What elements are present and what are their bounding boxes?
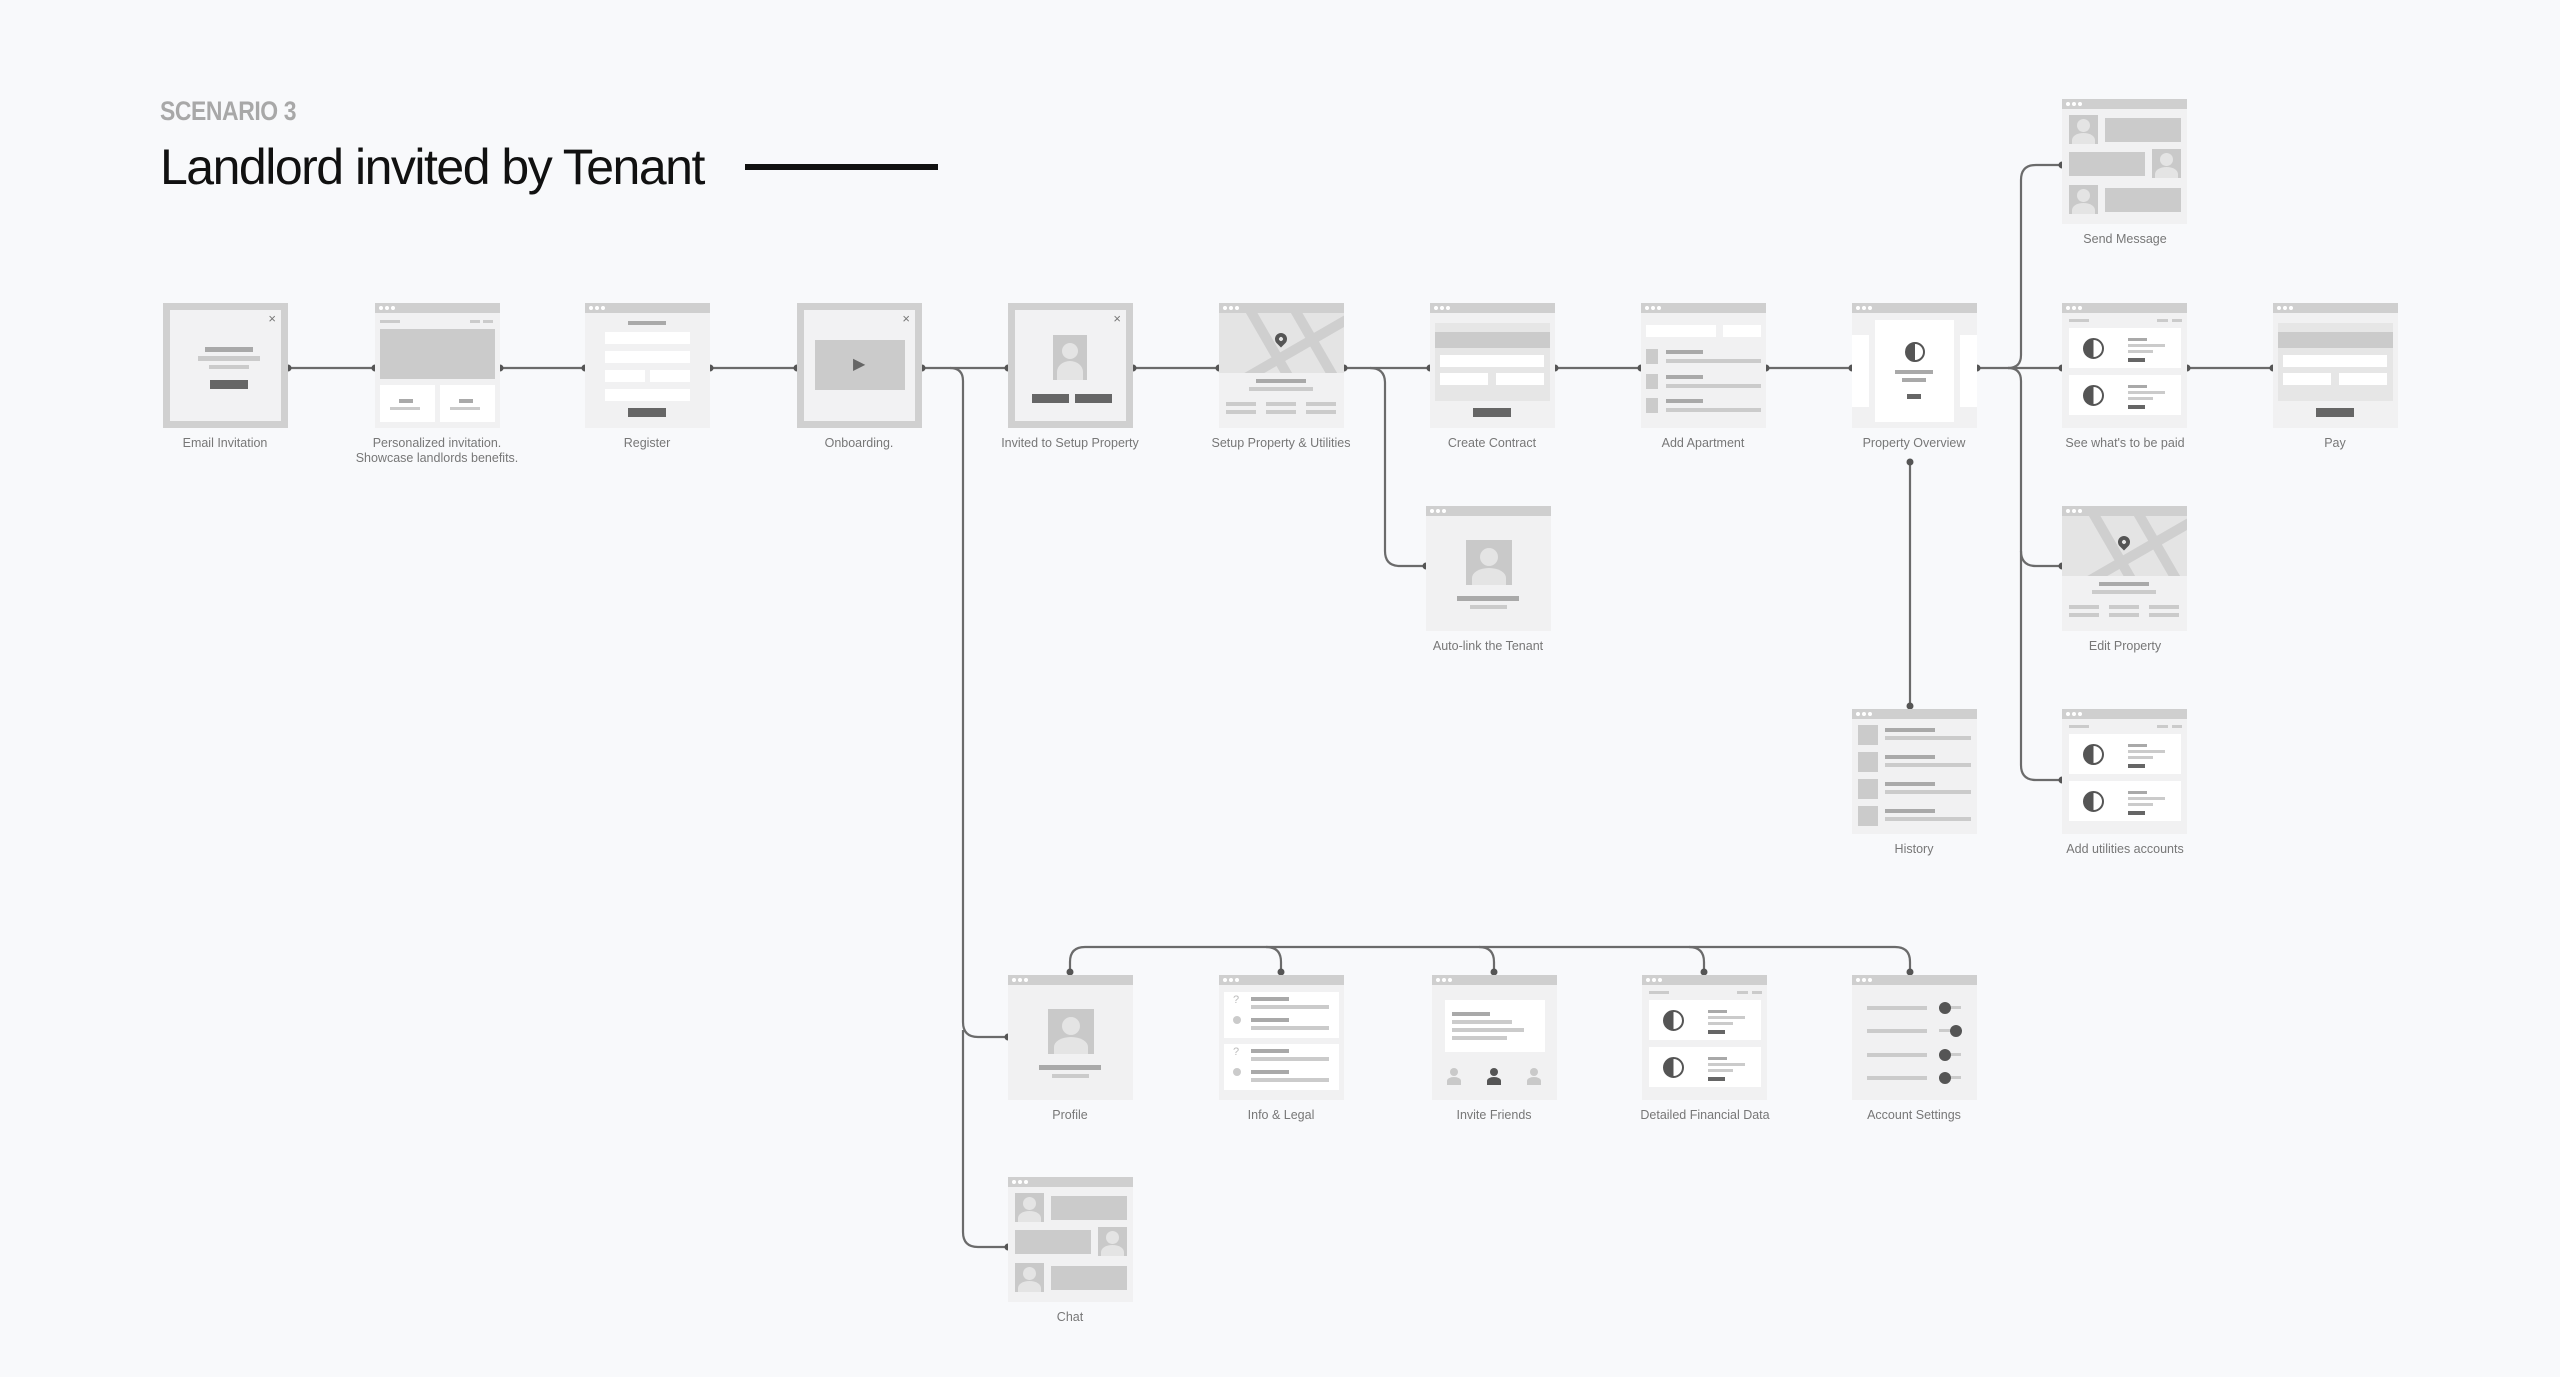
screen-label: Edit Property	[2088, 639, 2162, 653]
avatar-icon	[1053, 335, 1087, 380]
screen-label: Register	[623, 436, 671, 450]
screen-setup-property[interactable]	[1219, 303, 1344, 428]
half-circle-icon	[1905, 342, 1925, 362]
screen-label: Info & Legal	[1247, 1108, 1315, 1122]
screen-label: Invited to Setup Property	[1001, 436, 1139, 450]
screen-label: Personalized invitation. Showcase landlo…	[355, 436, 519, 465]
screen-history[interactable]	[1852, 709, 1977, 834]
half-circle-icon	[2083, 744, 2104, 765]
connector-onboarding-down	[949, 366, 1008, 1039]
avatar-icon	[2069, 185, 2098, 214]
half-circle-icon	[1663, 1010, 1684, 1031]
screen-chat[interactable]	[1008, 1177, 1133, 1302]
screen-label: Send Message	[2083, 232, 2167, 246]
close-icon: ×	[902, 311, 910, 326]
half-circle-icon	[2083, 338, 2104, 359]
avatar-icon	[1048, 1009, 1094, 1054]
screen-label: Email Invitation	[182, 436, 268, 450]
screen-label: History	[1894, 842, 1934, 856]
screen-label: Account Settings	[1867, 1108, 1961, 1122]
connector-setup-autolink	[1369, 366, 1426, 568]
screen-label: Profile	[1052, 1108, 1088, 1122]
screen-add-apartment[interactable]	[1641, 303, 1766, 428]
connector-overview-editproperty	[2007, 366, 2062, 568]
screen-label: See what's to be paid	[2065, 436, 2185, 450]
avatar-icon	[1466, 540, 1512, 585]
screen-email-invitation[interactable]: ×	[163, 303, 288, 428]
screen-edit-property[interactable]	[2062, 506, 2187, 631]
screen-financial-data[interactable]	[1642, 975, 1767, 1100]
toggle-icon	[1950, 1025, 1962, 1037]
screen-create-contract[interactable]	[1430, 303, 1555, 428]
half-circle-icon	[1663, 1057, 1684, 1078]
screen-label: Chat	[1056, 1310, 1084, 1324]
avatar-icon	[1098, 1227, 1127, 1256]
question-icon: ?	[1233, 994, 1240, 1006]
screen-label: Property Overview	[1862, 436, 1966, 450]
avatar-icon	[1015, 1193, 1044, 1222]
avatar-icon	[2069, 115, 2098, 144]
screen-personalized-invitation[interactable]	[375, 303, 500, 428]
screen-account-settings[interactable]	[1852, 975, 1977, 1100]
screen-label: Add Apartment	[1661, 436, 1745, 450]
screen-pay[interactable]	[2273, 303, 2398, 428]
screen-invited-setup[interactable]: ×	[1008, 303, 1133, 428]
connector-onboarding-chat	[961, 1030, 1008, 1249]
screen-auto-link[interactable]	[1426, 506, 1551, 631]
screen-send-message[interactable]	[2062, 99, 2187, 224]
screen-label: Setup Property & Utilities	[1211, 436, 1351, 450]
play-icon: ▶	[853, 356, 866, 373]
screen-profile[interactable]	[1008, 975, 1133, 1100]
toggle-icon	[1939, 1072, 1951, 1084]
screen-label: Invite Friends	[1456, 1108, 1532, 1122]
screen-label: Pay	[2324, 436, 2346, 450]
half-circle-icon	[2083, 791, 2104, 812]
screen-onboarding[interactable]: × ▶	[797, 303, 922, 428]
half-circle-icon	[2083, 385, 2104, 406]
screen-label: Auto-link the Tenant	[1432, 639, 1544, 653]
screen-label: Detailed Financial Data	[1640, 1108, 1770, 1122]
toggle-icon	[1939, 1049, 1951, 1061]
connector-overview-addutilities	[2019, 551, 2062, 782]
screen-add-utilities[interactable]	[2062, 709, 2187, 834]
toggle-icon	[1939, 1002, 1951, 1014]
question-icon: ?	[1233, 1046, 1240, 1058]
screen-label: Onboarding.	[824, 436, 894, 450]
screen-property-overview[interactable]	[1852, 303, 1977, 428]
close-icon: ×	[268, 311, 276, 326]
connector-overview-sendmessage	[2007, 163, 2062, 370]
close-icon: ×	[1113, 311, 1121, 326]
screen-info-legal[interactable]: ? ?	[1219, 975, 1344, 1100]
screen-invite-friends[interactable]	[1432, 975, 1557, 1100]
avatar-icon	[1015, 1263, 1044, 1292]
avatar-icon	[2152, 149, 2181, 178]
screen-register[interactable]	[585, 303, 710, 428]
screen-label: Add utilities accounts	[2066, 842, 2184, 856]
screen-see-paid[interactable]	[2062, 303, 2187, 428]
screen-label: Create Contract	[1447, 436, 1537, 450]
